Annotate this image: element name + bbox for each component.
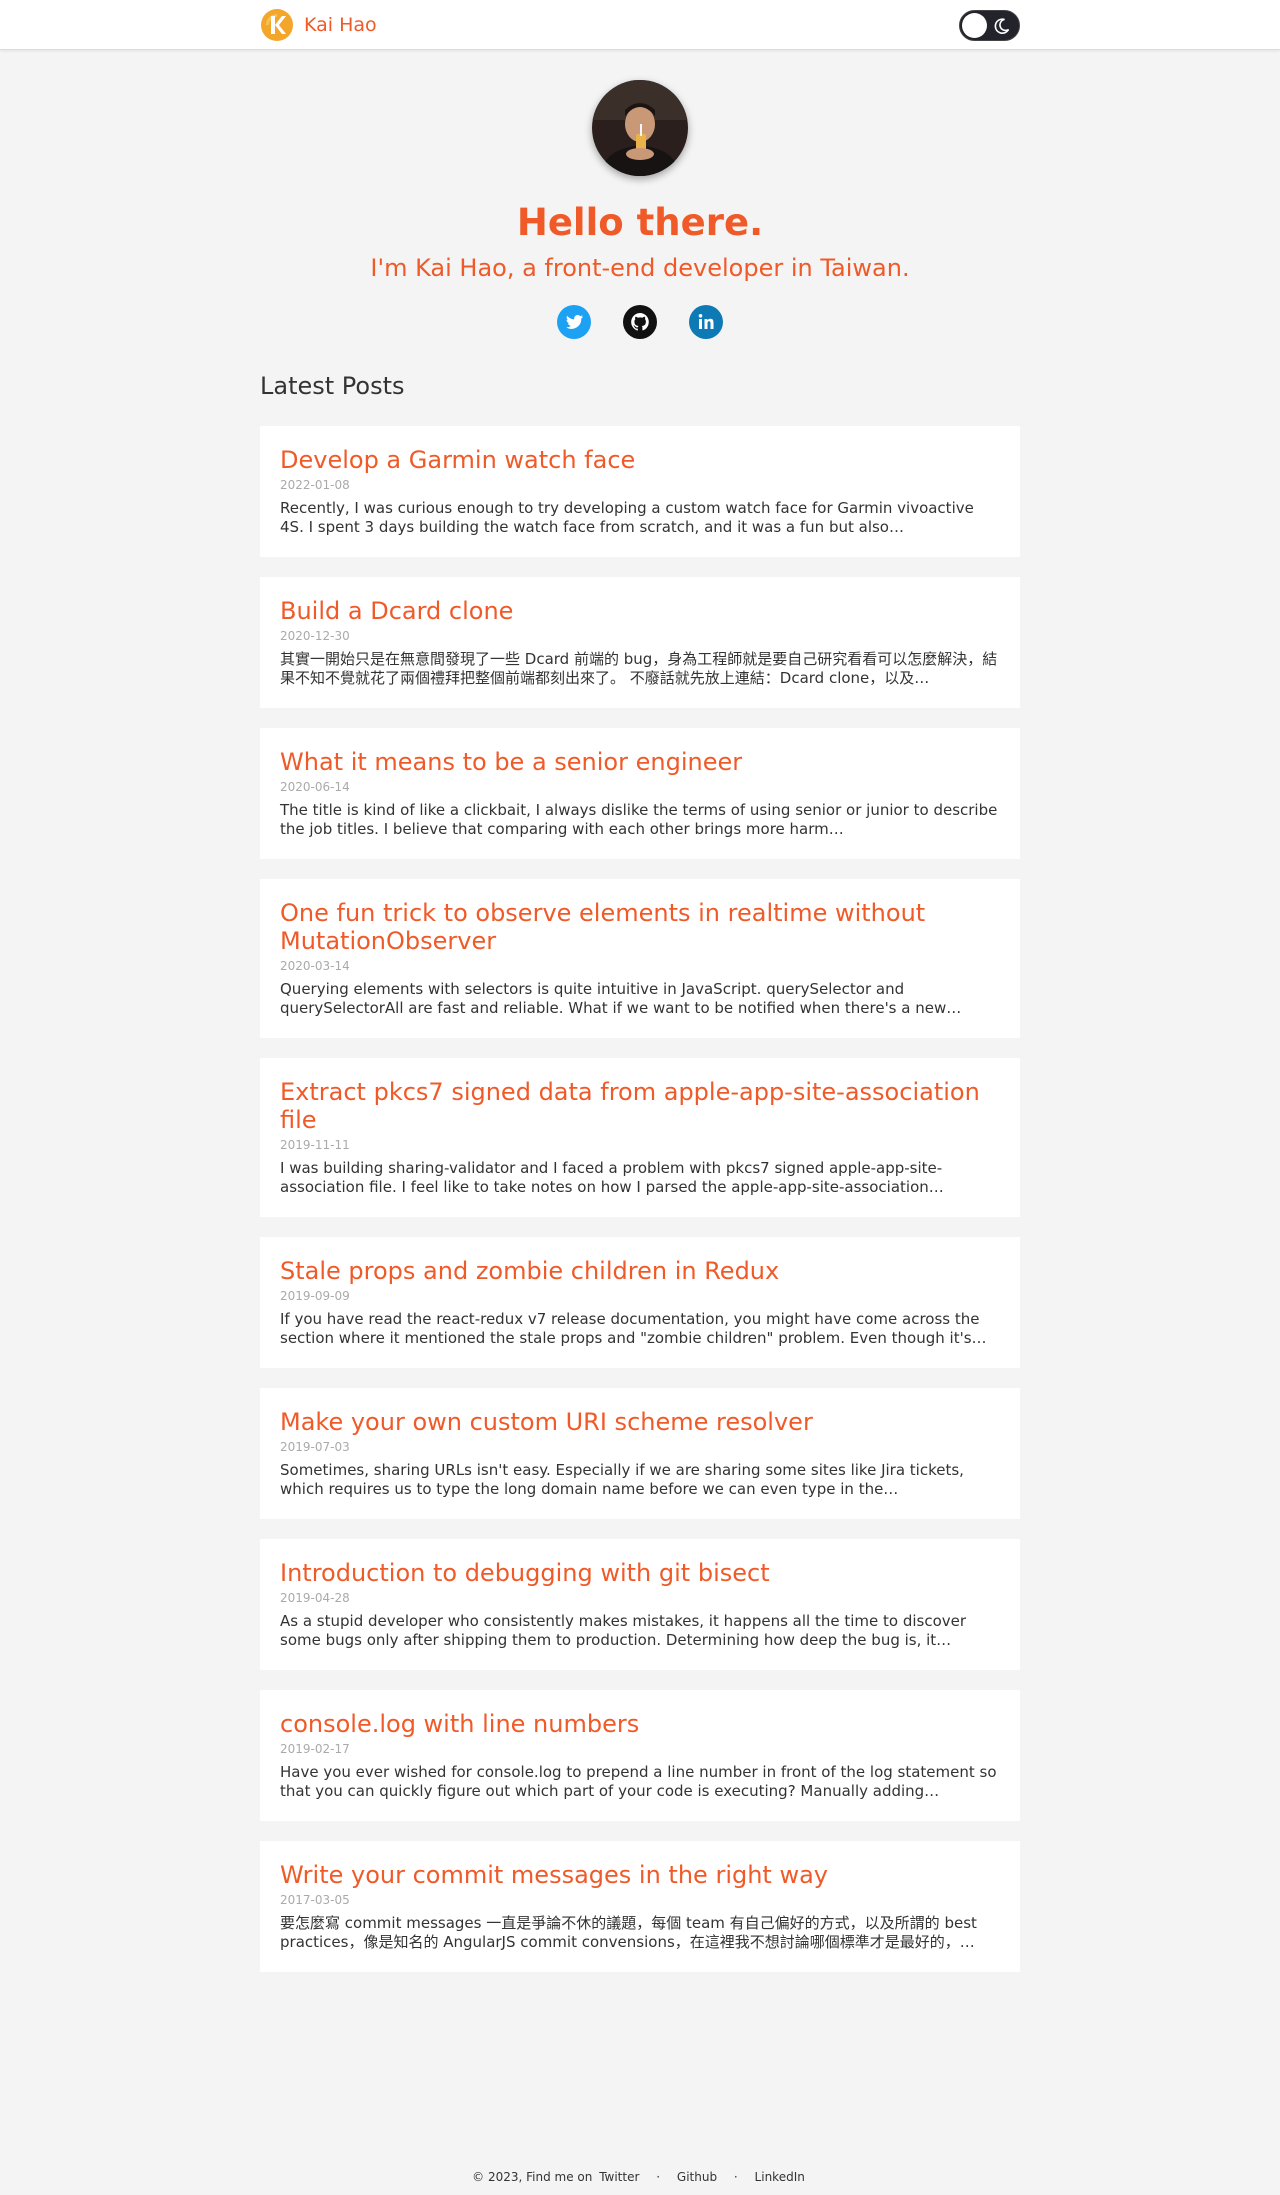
post-excerpt: Sometimes, sharing URLs isn't easy. Espe… bbox=[280, 1461, 964, 1498]
post-excerpt: Have you ever wished for console.log to … bbox=[280, 1763, 997, 1800]
twitter-icon[interactable] bbox=[556, 304, 592, 340]
site-footer: © 2023, Find me on Twitter · Github · Li… bbox=[0, 2170, 1280, 2184]
hero: Hello there. I'm Kai Hao, a front-end de… bbox=[0, 50, 1280, 340]
post-date: 2017-03-05 bbox=[280, 1893, 350, 1907]
moon-icon bbox=[994, 17, 1010, 34]
brand-name: Kai Hao bbox=[304, 14, 377, 36]
post-card[interactable]: Make your own custom URI scheme resolver… bbox=[260, 1388, 1020, 1519]
post-card[interactable]: Introduction to debugging with git bisec… bbox=[260, 1539, 1020, 1670]
dark-mode-toggle[interactable] bbox=[959, 9, 1020, 41]
post-card[interactable]: Write your commit messages in the right … bbox=[260, 1841, 1020, 1972]
hero-subtitle: I'm Kai Hao, a front-end developer in Ta… bbox=[370, 254, 910, 282]
github-icon[interactable] bbox=[622, 304, 658, 340]
site-header: Kai Hao bbox=[0, 0, 1280, 50]
post-title[interactable]: Extract pkcs7 signed data from apple-app… bbox=[280, 1078, 1000, 1134]
post-title[interactable]: Introduction to debugging with git bisec… bbox=[280, 1559, 1000, 1587]
avatar bbox=[592, 80, 688, 176]
post-excerpt: 其實一開始只是在無意間發現了一些 Dcard 前端的 bug，身為工程師就是要自… bbox=[280, 650, 998, 687]
social-links bbox=[0, 304, 1280, 340]
post-excerpt: Querying elements with selectors is quit… bbox=[280, 980, 962, 1017]
post-excerpt: The title is kind of like a clickbait, I… bbox=[280, 801, 998, 838]
post-card[interactable]: What it means to be a senior engineer 202… bbox=[260, 728, 1020, 859]
toggle-knob bbox=[962, 12, 987, 38]
post-date: 2020-03-14 bbox=[280, 959, 350, 973]
hero-title: Hello there. bbox=[516, 201, 764, 244]
header-inner: Kai Hao bbox=[260, 0, 1020, 50]
post-excerpt: I was building sharing-validator and I f… bbox=[280, 1159, 944, 1196]
post-list: Develop a Garmin watch face 2022-01-08 Rec… bbox=[260, 426, 1020, 1972]
post-card[interactable]: Build a Dcard clone 2020-12-30 其實一開始只是在無意間… bbox=[260, 577, 1020, 708]
post-title[interactable]: Write your commit messages in the right … bbox=[280, 1861, 1000, 1889]
post-title[interactable]: Develop a Garmin watch face bbox=[280, 446, 1000, 474]
footer-link-twitter[interactable]: Twitter bbox=[599, 2170, 639, 2184]
post-date: 2019-09-09 bbox=[280, 1289, 350, 1303]
post-date: 2019-11-11 bbox=[280, 1138, 350, 1152]
latest-posts-heading: Latest Posts bbox=[260, 372, 405, 400]
post-title[interactable]: console.log with line numbers bbox=[280, 1710, 1000, 1738]
post-title[interactable]: Make your own custom URI scheme resolver bbox=[280, 1408, 1000, 1436]
post-title[interactable]: One fun trick to observe elements in rea… bbox=[280, 899, 1000, 955]
post-title[interactable]: Build a Dcard clone bbox=[280, 597, 1000, 625]
post-date: 2020-06-14 bbox=[280, 780, 350, 794]
main-content: Latest Posts Develop a Garmin watch face… bbox=[260, 370, 1020, 1972]
post-excerpt: If you have read the react-redux v7 rele… bbox=[280, 1310, 987, 1347]
home-link[interactable]: Kai Hao bbox=[260, 8, 377, 42]
post-excerpt: 要怎麼寫 commit messages 一直是爭論不休的議題，每個 team … bbox=[280, 1914, 977, 1951]
post-title[interactable]: Stale props and zombie children in Redux bbox=[280, 1257, 1000, 1285]
post-card[interactable]: Stale props and zombie children in Redux… bbox=[260, 1237, 1020, 1368]
linkedin-icon[interactable] bbox=[688, 304, 724, 340]
logo-icon bbox=[261, 9, 293, 41]
post-date: 2019-02-17 bbox=[280, 1742, 350, 1756]
footer-copyright: © 2023, Find me on bbox=[472, 2170, 593, 2184]
post-card[interactable]: Extract pkcs7 signed data from apple-app… bbox=[260, 1058, 1020, 1217]
footer-separator: · bbox=[656, 2170, 661, 2184]
post-excerpt: Recently, I was curious enough to try de… bbox=[280, 499, 974, 536]
post-excerpt: As a stupid developer who consistently m… bbox=[280, 1612, 967, 1649]
footer-separator: · bbox=[733, 2170, 738, 2184]
post-date: 2019-04-28 bbox=[280, 1591, 350, 1605]
post-date: 2019-07-03 bbox=[280, 1440, 350, 1454]
post-card[interactable]: Develop a Garmin watch face 2022-01-08 Rec… bbox=[260, 426, 1020, 557]
post-date: 2020-12-30 bbox=[280, 629, 350, 643]
post-card[interactable]: console.log with line numbers 2019-02-17 H… bbox=[260, 1690, 1020, 1821]
footer-link-github[interactable]: Github bbox=[677, 2170, 717, 2184]
footer-link-linkedin[interactable]: LinkedIn bbox=[755, 2170, 805, 2184]
post-date: 2022-01-08 bbox=[280, 478, 350, 492]
post-title[interactable]: What it means to be a senior engineer bbox=[280, 748, 1000, 776]
post-card[interactable]: One fun trick to observe elements in rea… bbox=[260, 879, 1020, 1038]
